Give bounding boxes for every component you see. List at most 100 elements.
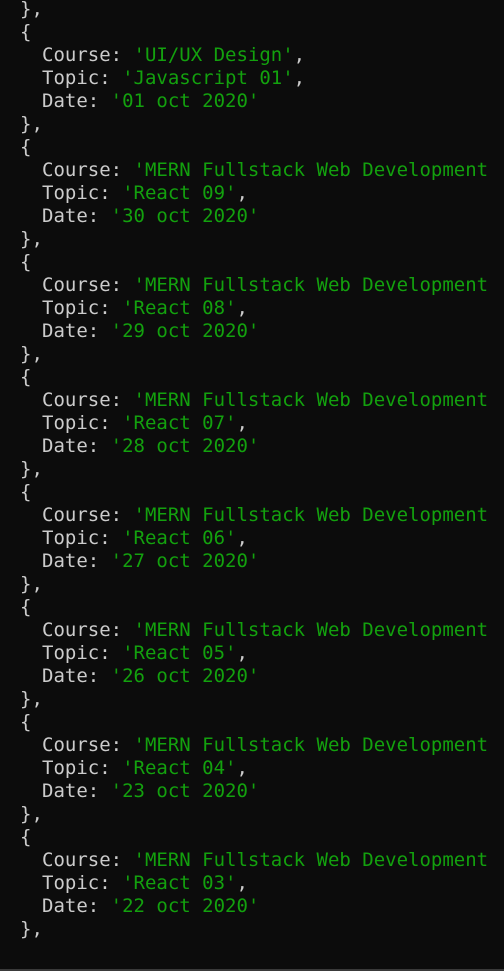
record-close-line: }, (20, 228, 43, 251)
record-close-line: }, (20, 573, 43, 596)
course-line: Course: 'MERN Fullstack Web Development (20, 504, 488, 527)
topic-key: Topic: (42, 757, 123, 779)
date-value: '30 oct 2020' (110, 205, 260, 227)
close-brace: }, (20, 228, 43, 250)
topic-value: 'React 09' (122, 182, 237, 204)
course-comma: , (293, 44, 306, 66)
close-brace: }, (20, 803, 43, 825)
date-line: Date: '29 oct 2020' (20, 320, 259, 343)
date-value: '01 oct 2020' (110, 90, 260, 112)
date-value: '27 oct 2020' (110, 550, 260, 572)
date-key: Date: (42, 90, 111, 112)
course-line: Course: 'MERN Fullstack Web Development (20, 274, 488, 297)
open-brace: { (20, 366, 32, 388)
topic-key: Topic: (42, 182, 123, 204)
close-brace: }, (20, 458, 43, 480)
open-brace: { (20, 481, 32, 503)
record-open-line: { (20, 21, 31, 44)
course-key: Course: (42, 389, 134, 411)
date-value: '23 oct 2020' (110, 780, 260, 802)
topic-key: Topic: (42, 642, 123, 664)
topic-key: Topic: (42, 297, 123, 319)
record-open-line: { (20, 481, 31, 504)
close-brace: }, (20, 573, 43, 595)
course-value: 'MERN Fullstack Web Development (133, 734, 489, 756)
topic-comma: , (236, 412, 248, 434)
open-brace: { (20, 711, 32, 733)
date-value: '28 oct 2020' (110, 435, 260, 457)
record-close-line: }, (20, 918, 43, 941)
topic-comma: , (236, 182, 248, 204)
date-line: Date: '30 oct 2020' (20, 205, 259, 228)
course-key: Course: (42, 849, 134, 871)
date-key: Date: (42, 550, 111, 572)
topic-line: Topic: 'React 09', (20, 182, 248, 205)
record-open-line: { (20, 711, 31, 734)
course-line: Course: 'MERN Fullstack Web Development (20, 619, 488, 642)
date-line: Date: '26 oct 2020' (20, 665, 259, 688)
topic-value: 'Javascript 01' (122, 67, 294, 89)
close-brace: }, (20, 113, 43, 135)
date-line: Date: '22 oct 2020' (20, 895, 259, 918)
date-line: Date: '23 oct 2020' (20, 780, 259, 803)
course-value: 'MERN Fullstack Web Development (133, 849, 489, 871)
course-value: 'MERN Fullstack Web Development (133, 389, 489, 411)
record-close-line: }, (20, 343, 43, 366)
topic-key: Topic: (42, 527, 123, 549)
course-key: Course: (42, 274, 134, 296)
course-value: 'MERN Fullstack Web Development (133, 159, 489, 181)
topic-key: Topic: (42, 412, 123, 434)
close-brace: }, (20, 688, 43, 710)
date-key: Date: (42, 780, 111, 802)
topic-comma: , (236, 642, 248, 664)
topic-value: 'React 05' (122, 642, 237, 664)
date-key: Date: (42, 435, 111, 457)
date-value: '26 oct 2020' (110, 665, 260, 687)
date-line: Date: '01 oct 2020' (20, 90, 259, 113)
open-brace: { (20, 826, 32, 848)
record-open-line: { (20, 826, 31, 849)
open-brace: { (20, 251, 32, 273)
topic-value: 'React 08' (122, 297, 237, 319)
topic-line: Topic: 'React 04', (20, 757, 248, 780)
date-line: Date: '27 oct 2020' (20, 550, 259, 573)
date-key: Date: (42, 665, 111, 687)
course-key: Course: (42, 619, 134, 641)
terminal-output: }, {Course: 'UI/UX Design', Topic: 'Javas… (0, 0, 504, 969)
topic-line: Topic: 'React 05', (20, 642, 248, 665)
topic-line: Topic: 'React 07', (20, 412, 248, 435)
course-value: 'MERN Fullstack Web Development (133, 274, 489, 296)
record-close-line: }, (20, 803, 43, 826)
course-value: 'MERN Fullstack Web Development (133, 619, 489, 641)
topic-value: 'React 04' (122, 757, 237, 779)
course-line: Course: 'MERN Fullstack Web Development (20, 159, 488, 182)
date-value: '29 oct 2020' (110, 320, 260, 342)
course-line: Course: 'MERN Fullstack Web Development (20, 849, 488, 872)
topic-comma: , (236, 757, 248, 779)
topic-value: 'React 03' (122, 872, 237, 894)
date-key: Date: (42, 895, 111, 917)
course-value: 'UI/UX Design' (133, 44, 294, 66)
course-line: Course: 'MERN Fullstack Web Development (20, 389, 488, 412)
open-brace: { (20, 21, 32, 43)
record-open-line: { (20, 136, 31, 159)
topic-line: Topic: 'React 03', (20, 872, 248, 895)
course-key: Course: (42, 44, 134, 66)
topic-value: 'React 06' (122, 527, 237, 549)
topic-key: Topic: (42, 872, 123, 894)
open-brace: { (20, 136, 32, 158)
date-line: Date: '28 oct 2020' (20, 435, 259, 458)
close-brace: }, (20, 343, 43, 365)
course-key: Course: (42, 504, 134, 526)
record-open-line: { (20, 366, 31, 389)
course-line: Course: 'UI/UX Design', (20, 44, 305, 67)
topic-comma: , (236, 872, 248, 894)
date-value: '22 oct 2020' (110, 895, 260, 917)
course-line: Course: 'MERN Fullstack Web Development (20, 734, 488, 757)
topic-comma: , (293, 67, 306, 89)
topic-line: Topic: 'React 08', (20, 297, 248, 320)
topic-line: Topic: 'Javascript 01', (20, 67, 305, 90)
topic-value: 'React 07' (122, 412, 237, 434)
date-key: Date: (42, 205, 111, 227)
date-key: Date: (42, 320, 111, 342)
